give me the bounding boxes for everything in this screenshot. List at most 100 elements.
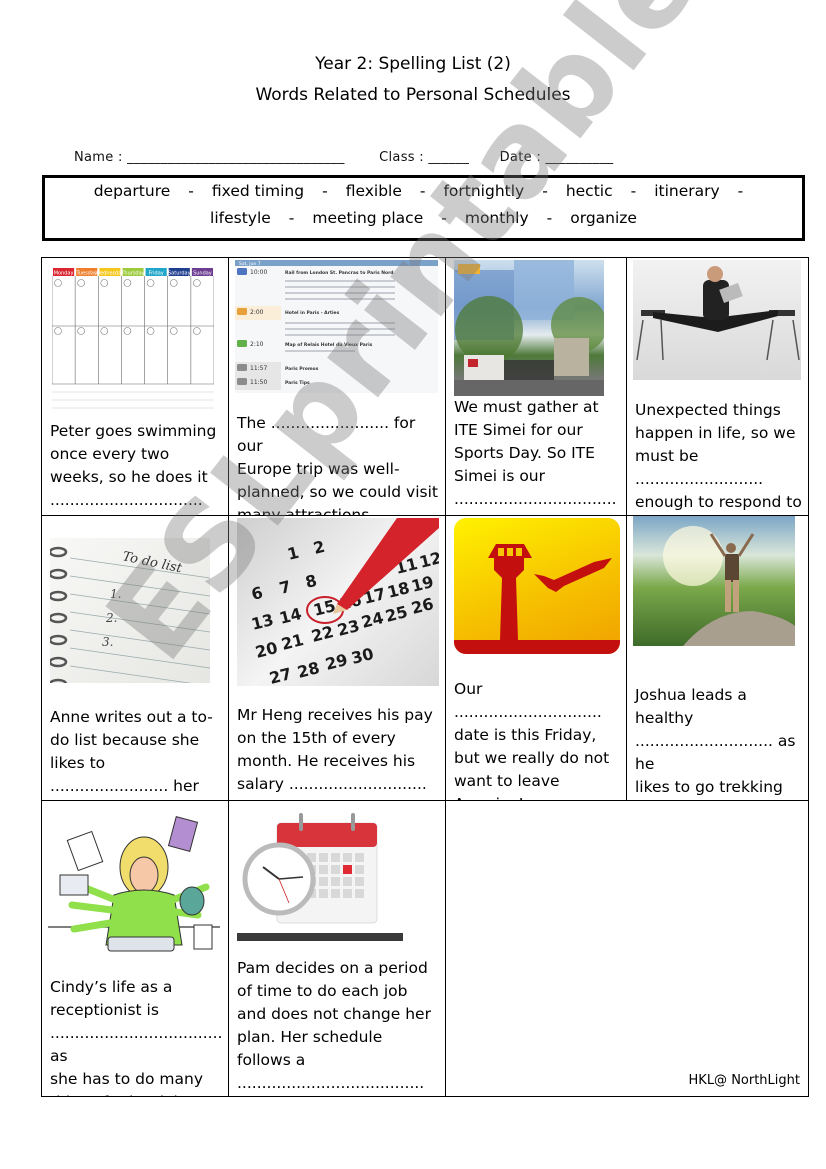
word-bank-row-1: departure - fixed timing - flexible - fortnigh… (45, 178, 802, 205)
word-bank-word: fortnightly (443, 182, 525, 200)
worksheet-title: Year 2: Spelling List (2) (315, 54, 511, 74)
card-text: Peter goes swimming once every two weeks… (50, 422, 217, 509)
calendar-cell (355, 865, 364, 874)
calendar-cell (355, 889, 364, 898)
calendar-day-number: 19 (409, 572, 435, 596)
date-field[interactable]: Date : __________ (500, 150, 614, 165)
itinerary-detail-line (285, 298, 395, 300)
itinerary-time: 2:10 (250, 341, 264, 348)
calendar-cell (331, 865, 340, 874)
calendar-cell (331, 853, 340, 862)
itinerary-title: Paris Promos (285, 366, 319, 372)
itinerary-icon (237, 308, 247, 315)
card-text: Unexpected things happen in life, so we … (635, 401, 802, 511)
ite-simei-campus-image (454, 260, 604, 396)
planner-circle (100, 279, 109, 287)
card-text: Our .............................. date … (454, 680, 610, 800)
businessman-splits-image (633, 260, 801, 380)
card-text: We must gather at ITE Simei for our Spor… (454, 398, 617, 508)
calendar-cell (331, 889, 340, 898)
calendar-ring (299, 813, 303, 831)
card-3: We must gather at ITE Simei for our Spor… (446, 258, 627, 516)
calendar-day-number: 28 (295, 658, 321, 682)
word-bank: departure - fixed timing - flexible - fortnigh… (42, 175, 805, 241)
planner-circle (146, 327, 155, 335)
itinerary-icon (237, 364, 247, 371)
itinerary-time: 2:00 (250, 309, 264, 316)
planner-day-label: Saturday (168, 271, 191, 277)
word-bank-word: fixed timing (211, 182, 305, 200)
itinerary-header-bar (235, 260, 438, 266)
todo-title: To do list (121, 549, 184, 576)
word-bank-word: hectic (565, 182, 613, 200)
to-do-list-image: To do list 1. 2. 3. (50, 538, 210, 683)
calendar-cell (343, 865, 352, 874)
calendar-cell (355, 877, 364, 886)
word-separator: - (188, 182, 194, 200)
itinerary-icon (237, 340, 247, 347)
travel-itinerary-image: Sat, Jun 7 10:00 Rail from London St. Panc… (235, 260, 438, 393)
spiral-ring (50, 612, 68, 624)
card-2: Sat, Jun 7 10:00 Rail from London St. Panc… (229, 258, 446, 516)
calendar-15th-image: 1267811121314151617181920212223242526272… (237, 518, 439, 686)
planner-circle (123, 279, 132, 287)
image-credit-bar (237, 933, 403, 941)
itinerary-icon (237, 268, 247, 275)
planner-circle (169, 327, 178, 335)
calendar-cell (343, 877, 352, 886)
spiral-ring (50, 568, 68, 580)
word-separator: - (546, 209, 553, 227)
card-text: Joshua leads a healthy .................… (635, 686, 796, 796)
itinerary-detail-line (285, 322, 395, 324)
planner-day-label: Tuesday (76, 271, 97, 277)
itinerary-title: Paris Tips (285, 380, 310, 386)
itinerary-detail-line (285, 350, 355, 352)
calendar-day-number: 22 (309, 622, 335, 646)
itinerary-detail-line (285, 280, 395, 282)
ruled-line (69, 629, 210, 651)
planner-circle (146, 279, 155, 287)
planner-circle (77, 327, 85, 335)
calendar-day-number: 20 (253, 638, 279, 662)
exercise-grid: Monday Tuesday Wednesday Thursday Friday Satu… (41, 257, 809, 1097)
word-bank-word: meeting place (312, 209, 424, 227)
calendar-day-number: 13 (249, 610, 275, 634)
spiral-ring (50, 546, 68, 558)
calendar-cell (343, 889, 352, 898)
card-9: Cindy’s life as a receptionist is ......… (42, 801, 229, 1096)
planner-circle (100, 327, 109, 335)
planner-circle (77, 279, 85, 287)
word-separator: - (419, 182, 426, 200)
planner-circle (193, 279, 201, 287)
planner-circle (193, 327, 201, 335)
calendar-cell (319, 865, 328, 874)
calendar-day-number: 21 (279, 630, 305, 654)
word-separator: - (737, 182, 744, 200)
card-6: 1267811121314151617181920212223242526272… (229, 516, 446, 801)
itinerary-detail-line (285, 286, 395, 288)
spiral-ring (50, 634, 68, 646)
word-separator: - (542, 182, 548, 200)
card-text: Mr Heng receives his pay on the 15th of … (237, 706, 433, 793)
calendar-day-number: 25 (383, 602, 409, 626)
word-bank-word: flexible (345, 182, 402, 200)
todo-item: 3. (102, 635, 113, 649)
itinerary-time: 10:00 (250, 269, 267, 276)
todo-item: 1. (110, 587, 121, 601)
word-bank-word: organize (570, 209, 637, 227)
spiral-ring (50, 678, 68, 683)
card-8: Joshua leads a healthy .................… (627, 516, 808, 801)
card-7: Our .............................. date … (446, 516, 627, 801)
itinerary-title: Rail from London St. Pancras to Paris No… (285, 270, 394, 276)
calendar-ring (351, 813, 355, 831)
calendar-day-number: 23 (335, 616, 361, 640)
calendar-day-number: 7 (277, 577, 292, 598)
planner-day-label: Wednesday (95, 271, 124, 277)
card-text: Pam decides on a period of time to do ea… (237, 959, 431, 1092)
word-separator: - (441, 209, 447, 227)
class-field[interactable]: Class : ______ (379, 150, 469, 165)
calendar-day-number: 6 (249, 583, 264, 604)
name-field[interactable]: Name : ________________________________ (74, 150, 345, 165)
word-bank-word: lifestyle (210, 209, 271, 227)
calendar-cell (319, 889, 328, 898)
